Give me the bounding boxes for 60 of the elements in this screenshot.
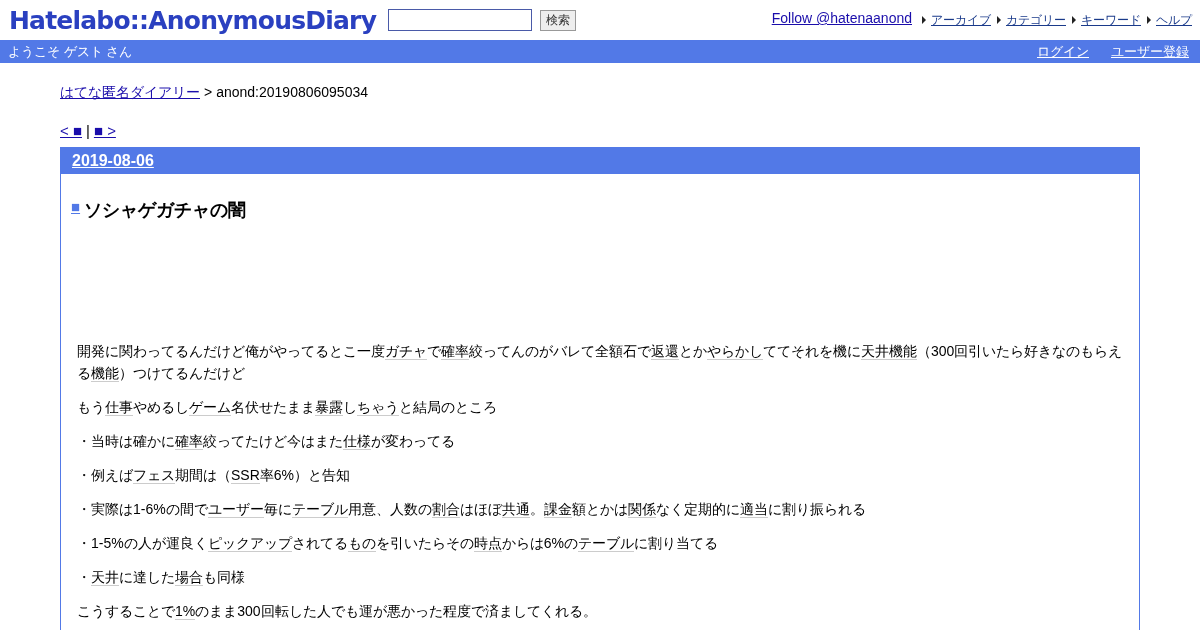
keyword-link[interactable]: 機能 bbox=[91, 365, 119, 382]
paragraph: ・1-5%の人が運良く ピックアップされてる ものを引いたらその時点からは6%のテーブルに割り当てる bbox=[77, 534, 719, 554]
search-field[interactable] bbox=[388, 9, 533, 31]
keyword-link[interactable]: ユーザー bbox=[207, 501, 264, 518]
keyword-link[interactable]: 天井機能 bbox=[861, 343, 917, 360]
paragraph: こうすることで1%のまま300回転した人でも運が悪かった程度で済ましてくれる。 bbox=[77, 602, 598, 622]
home-link[interactable]: はてな匿名ダイアリー bbox=[60, 84, 200, 102]
paragraph: 開発に関わってるんだけど俺がやってるとこ一度ガチャ で確率絞ってんのがバレて全額石で返還 とかやらかし ててそれを機に天井機能（300回引いたら好きなのもらえる機能）つけてるんだけど bbox=[77, 342, 1123, 384]
nav-link[interactable]: キーワード bbox=[1081, 11, 1141, 29]
paragraph: もう仕事やめるしゲーム名伏せたまま暴露し ちゃう と結局のところ bbox=[77, 398, 498, 418]
paragraph: ・例えばフェス期間は（SSR率6%）と告知 bbox=[77, 466, 352, 486]
keyword-link[interactable]: SSR bbox=[231, 467, 260, 484]
account-link[interactable]: ユーザー登録 bbox=[1111, 42, 1189, 61]
breadcrumb-separator: > bbox=[204, 84, 213, 102]
arrow-icon bbox=[997, 16, 1002, 24]
arrow-icon bbox=[1147, 16, 1152, 24]
paragraph: ・天井に達した場合 も同様 bbox=[77, 568, 246, 588]
keyword-link[interactable]: 共通 bbox=[501, 501, 530, 518]
keyword-link[interactable]: ピックアップ bbox=[207, 535, 292, 552]
paragraph: ・実際は1-6%の間でユーザー毎にテーブル用意、人数の割合はほぼ共通。課金額とかは関係なく定期的に適当 に割り振られる bbox=[77, 500, 867, 520]
date-link[interactable]: 2019-08-06 bbox=[72, 152, 154, 170]
entry-permalink[interactable]: ■ bbox=[71, 198, 81, 222]
keyword-link[interactable]: ガチャ bbox=[385, 343, 427, 360]
next-link[interactable]: ■ > bbox=[93, 122, 116, 139]
pager-separator: | bbox=[86, 122, 90, 139]
keyword-link[interactable]: テーブル bbox=[291, 501, 348, 518]
keyword-link[interactable]: もの bbox=[347, 535, 376, 552]
keyword-link[interactable]: ちゃう bbox=[357, 399, 399, 416]
arrow-icon bbox=[1072, 16, 1077, 24]
keyword-link[interactable]: テーブル bbox=[577, 535, 634, 552]
greeting-text: ようこそ ゲスト さん bbox=[8, 42, 133, 61]
keyword-link[interactable]: 課金 bbox=[543, 501, 572, 518]
keyword-link[interactable]: ゲーム bbox=[189, 399, 231, 416]
keyword-link[interactable]: 割合 bbox=[431, 501, 460, 518]
arrow-icon bbox=[922, 16, 927, 24]
keyword-link[interactable]: やらかし bbox=[707, 343, 763, 360]
account-link[interactable]: ログイン bbox=[1037, 42, 1089, 61]
keyword-link[interactable]: 確率 bbox=[175, 433, 203, 450]
site-logo[interactable]: Hatelabo::AnonymousDiary bbox=[9, 5, 377, 35]
paragraph: ・当時は確かに確率絞ってたけど今はまた仕様が変わってる bbox=[77, 432, 456, 452]
entry-id: anond:20190806095034 bbox=[216, 84, 368, 102]
keyword-link[interactable]: フェス bbox=[133, 467, 175, 484]
nav-link[interactable]: アーカイブ bbox=[931, 11, 991, 29]
keyword-link[interactable]: 時点 bbox=[473, 535, 502, 552]
entry-title: ソシャゲガチャの闇 bbox=[84, 199, 247, 222]
keyword-link[interactable]: 仕事 bbox=[105, 399, 133, 416]
keyword-link[interactable]: 返還 bbox=[651, 343, 679, 360]
nav-link[interactable]: ヘルプ bbox=[1156, 11, 1192, 29]
keyword-link[interactable]: 関係 bbox=[627, 501, 656, 518]
nav-link[interactable]: カテゴリー bbox=[1006, 11, 1066, 29]
keyword-link[interactable]: 場合 bbox=[175, 569, 203, 586]
keyword-link[interactable]: 確率 bbox=[441, 343, 469, 360]
search-button[interactable]: 検索 bbox=[540, 9, 577, 31]
keyword-link[interactable]: 暴露 bbox=[315, 399, 343, 416]
previous-link[interactable]: < ■ bbox=[60, 122, 82, 139]
keyword-link[interactable]: 1% bbox=[175, 603, 196, 620]
keyword-link[interactable]: 仕様 bbox=[343, 433, 371, 450]
keyword-link[interactable]: 天井 bbox=[91, 569, 119, 586]
follow-link[interactable]: Follow @hatenaanond bbox=[771, 10, 912, 26]
keyword-link[interactable]: 適当 bbox=[739, 501, 768, 518]
